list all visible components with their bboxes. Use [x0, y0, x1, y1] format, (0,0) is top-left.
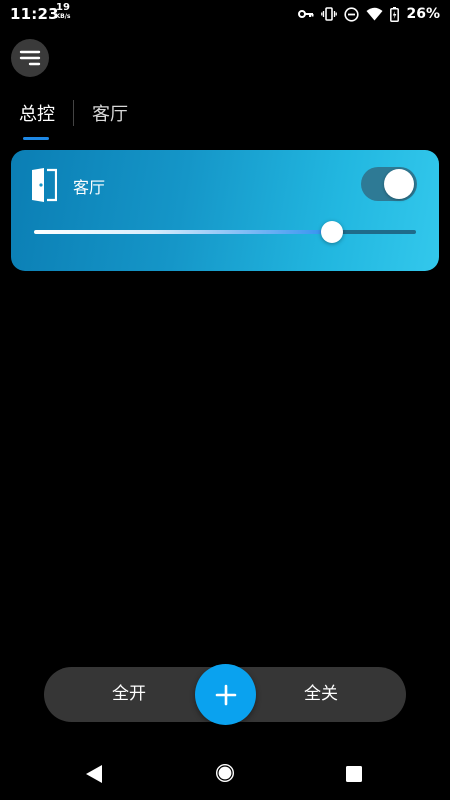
menu-icon: [19, 50, 41, 66]
brightness-slider[interactable]: [34, 221, 416, 243]
battery-icon: [390, 6, 400, 22]
room-card-living-room[interactable]: 客厅: [11, 150, 439, 271]
slider-fill: [34, 230, 332, 234]
menu-button[interactable]: [11, 39, 49, 77]
dnd-icon: [344, 6, 360, 22]
room-name: 客厅: [73, 178, 106, 197]
tab-master-control[interactable]: 总控: [19, 100, 55, 140]
tab-living-room[interactable]: 客厅: [92, 100, 128, 140]
add-button[interactable]: [195, 664, 256, 725]
home-icon[interactable]: [215, 763, 235, 783]
status-bar: 11:23 19 KB/s 26%: [0, 0, 450, 28]
back-icon[interactable]: [85, 764, 103, 784]
tab-divider: [73, 100, 74, 126]
system-nav-bar: [0, 748, 450, 800]
network-speed-unit: KB/s: [55, 13, 71, 20]
tab-master-control-label: 总控: [19, 104, 55, 125]
plus-icon: [215, 684, 236, 705]
all-on-button[interactable]: 全开: [54, 667, 204, 722]
network-speed-value: 19: [56, 2, 70, 13]
all-off-button[interactable]: 全关: [246, 667, 396, 722]
tab-active-indicator: [23, 137, 49, 140]
recent-apps-icon[interactable]: [346, 766, 362, 782]
slider-thumb[interactable]: [320, 221, 343, 243]
door-icon: [32, 168, 57, 202]
wifi-icon: [366, 7, 383, 21]
status-time: 11:23: [10, 5, 59, 23]
room-tabs: 总控 客厅: [19, 100, 128, 140]
key-icon: [298, 10, 314, 18]
room-power-toggle[interactable]: [361, 167, 417, 201]
network-speed: 19 KB/s: [53, 3, 73, 20]
status-icons: 26%: [298, 4, 440, 24]
toggle-knob: [384, 169, 414, 199]
battery-percent: 26%: [406, 6, 440, 22]
tab-living-room-label: 客厅: [92, 104, 128, 125]
vibrate-icon: [321, 7, 338, 21]
